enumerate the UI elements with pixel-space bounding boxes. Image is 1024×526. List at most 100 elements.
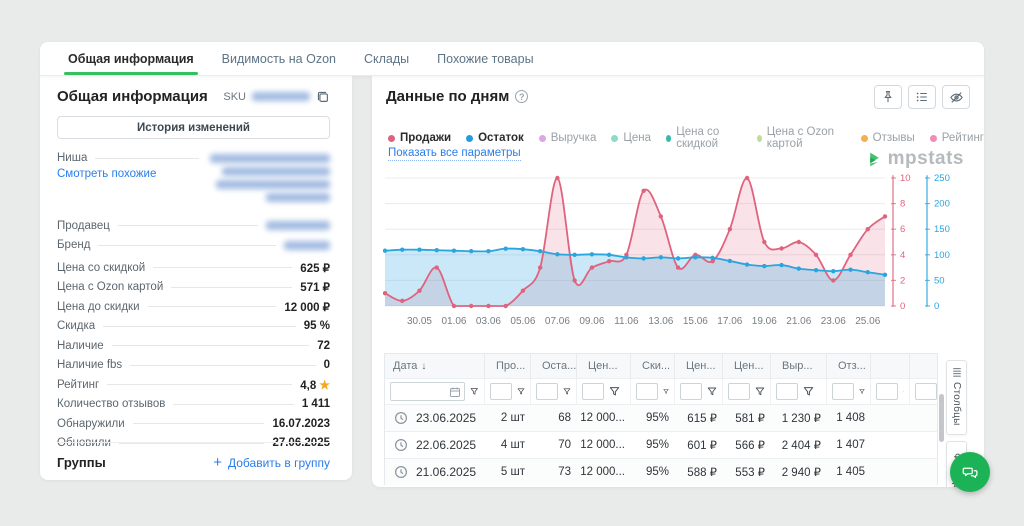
hide-button[interactable] <box>942 85 970 109</box>
leader-line <box>111 345 310 347</box>
legend-label: Выручка <box>550 132 597 144</box>
legend-item[interactable]: Цена с Ozon картой <box>756 126 846 150</box>
leader-line <box>98 244 276 246</box>
table-row[interactable]: 21.06.2025 5 шт 73 12 000... 95% 588 ₽ 553 ₽ 2 … <box>385 458 937 485</box>
filter-input[interactable] <box>680 383 702 400</box>
filter-funnel-icon[interactable] <box>859 386 865 397</box>
help-icon[interactable]: ? <box>515 90 529 103</box>
daily-data-panel: Данные по дням ? Продажи Остаток Выручка Це… <box>372 76 984 487</box>
filter-input[interactable] <box>832 383 854 400</box>
legend-item[interactable]: Остаток <box>466 132 524 144</box>
filter-cell <box>631 379 675 404</box>
filter-funnel-icon[interactable] <box>803 386 814 397</box>
table-scrollbar[interactable] <box>939 394 944 442</box>
column-header[interactable]: Про... <box>485 354 531 378</box>
column-header[interactable]: Цен... <box>675 354 723 378</box>
column-header[interactable]: Дата ↓ <box>385 354 485 378</box>
filter-input[interactable] <box>636 383 658 400</box>
list-button[interactable] <box>908 85 936 109</box>
column-header[interactable]: Цен... <box>577 354 631 378</box>
seller-row: Продавец <box>57 216 330 236</box>
filter-input[interactable] <box>490 383 512 400</box>
legend-item[interactable]: Выручка <box>538 132 597 144</box>
show-all-params-link[interactable]: Показать все параметры <box>388 147 521 161</box>
filter-input[interactable] <box>536 383 558 400</box>
legend-item[interactable]: Рейтинг <box>929 132 984 144</box>
column-header[interactable]: Выр... <box>771 354 827 378</box>
legend-color-dot <box>388 134 395 142</box>
legend-label: Продажи <box>400 132 452 144</box>
column-header[interactable]: Ски... <box>631 354 675 378</box>
similar-products-link[interactable]: Смотреть похожие <box>57 168 156 180</box>
table-cell: 12 000... <box>580 439 625 451</box>
field-label: Цена со скидкой <box>57 261 146 274</box>
tab-similar-products[interactable]: Похожие товары <box>423 42 547 75</box>
side-tab-columns[interactable]: Столбцы <box>946 360 967 435</box>
table-row[interactable]: 23.06.2025 2 шт 68 12 000... 95% 615 ₽ 581 ₽ 1 … <box>385 404 937 431</box>
svg-text:0: 0 <box>900 301 905 312</box>
filter-funnel-icon[interactable] <box>517 386 525 397</box>
svg-text:07.06: 07.06 <box>545 316 570 327</box>
legend-color-dot <box>756 134 762 142</box>
legend-item[interactable]: Продажи <box>388 132 451 144</box>
filter-input[interactable] <box>582 383 604 400</box>
filter-funnel-icon[interactable] <box>903 386 904 397</box>
date-filter-input[interactable] <box>390 382 466 401</box>
filter-input[interactable] <box>876 383 898 400</box>
seller-value-blurred <box>266 221 330 231</box>
filter-funnel-icon[interactable] <box>563 386 571 397</box>
field-label: Количество отзывов <box>57 398 166 411</box>
legend-label: Рейтинг <box>941 132 984 144</box>
sku-label: SKU <box>223 90 246 103</box>
tab-warehouses[interactable]: Склады <box>350 42 423 75</box>
clock-icon <box>394 411 408 425</box>
legend-item[interactable]: Цена <box>611 132 651 144</box>
column-header[interactable] <box>910 354 937 378</box>
filter-input[interactable] <box>776 383 798 400</box>
pin-button[interactable] <box>874 85 902 109</box>
filter-funnel-icon[interactable] <box>609 386 620 397</box>
column-header[interactable] <box>871 354 910 378</box>
seller-label: Продавец <box>57 219 110 232</box>
date-value: 22.06.2025 <box>416 438 477 452</box>
filter-funnel-icon[interactable] <box>470 386 479 397</box>
clock-icon <box>394 438 408 452</box>
legend-item[interactable]: Отзывы <box>860 132 915 144</box>
field-label: Наличие <box>57 339 104 352</box>
svg-text:6: 6 <box>900 224 905 235</box>
copy-icon[interactable] <box>316 90 330 104</box>
column-header[interactable]: Оста... <box>531 354 577 378</box>
legend-item[interactable]: Цена со скидкой <box>666 126 742 150</box>
table-cell: 2 404 ₽ <box>781 440 821 452</box>
table-row[interactable]: 22.06.2025 4 шт 70 12 000... 95% 601 ₽ 566 ₽ 2 … <box>385 431 937 458</box>
general-info-panel: Общая информация SKU История изменений Н… <box>40 76 352 480</box>
table-cell: 2 940 ₽ <box>781 467 821 479</box>
table-filter-row <box>385 378 937 404</box>
add-to-group-label: Добавить в группу <box>228 455 330 470</box>
filter-funnel-icon[interactable] <box>663 386 669 397</box>
filter-funnel-icon[interactable] <box>707 386 717 397</box>
svg-text:01.06: 01.06 <box>441 316 466 327</box>
chat-button[interactable] <box>950 452 990 492</box>
svg-text:13.06: 13.06 <box>648 316 673 327</box>
table-cell: 12 000... <box>580 412 625 424</box>
history-button[interactable]: История изменений <box>57 116 330 139</box>
add-to-group-link[interactable]: + Добавить в группу <box>213 455 330 470</box>
table-cell: 12 000... <box>580 466 625 478</box>
info-row: Цена до скидки 12 000 ₽ <box>57 297 330 317</box>
filter-funnel-icon[interactable] <box>755 386 765 397</box>
table-cell: 1 230 ₽ <box>781 413 821 425</box>
tab-general[interactable]: Общая информация <box>54 42 208 75</box>
filter-input[interactable] <box>915 383 937 400</box>
info-row: Рейтинг 4,8 ★ <box>57 375 330 395</box>
filter-input[interactable] <box>728 383 750 400</box>
legend-color-dot <box>466 134 474 142</box>
column-header[interactable]: Отз... <box>827 354 871 378</box>
column-header[interactable]: Цен... <box>723 354 771 378</box>
filter-cell <box>385 379 485 404</box>
leader-line <box>130 364 316 366</box>
info-row: Цена с Ozon картой 571 ₽ <box>57 278 330 298</box>
list-icon <box>916 92 927 102</box>
groups-row: Группы + Добавить в группу <box>57 442 330 470</box>
tab-ozon-visibility[interactable]: Видимость на Ozon <box>208 42 350 75</box>
